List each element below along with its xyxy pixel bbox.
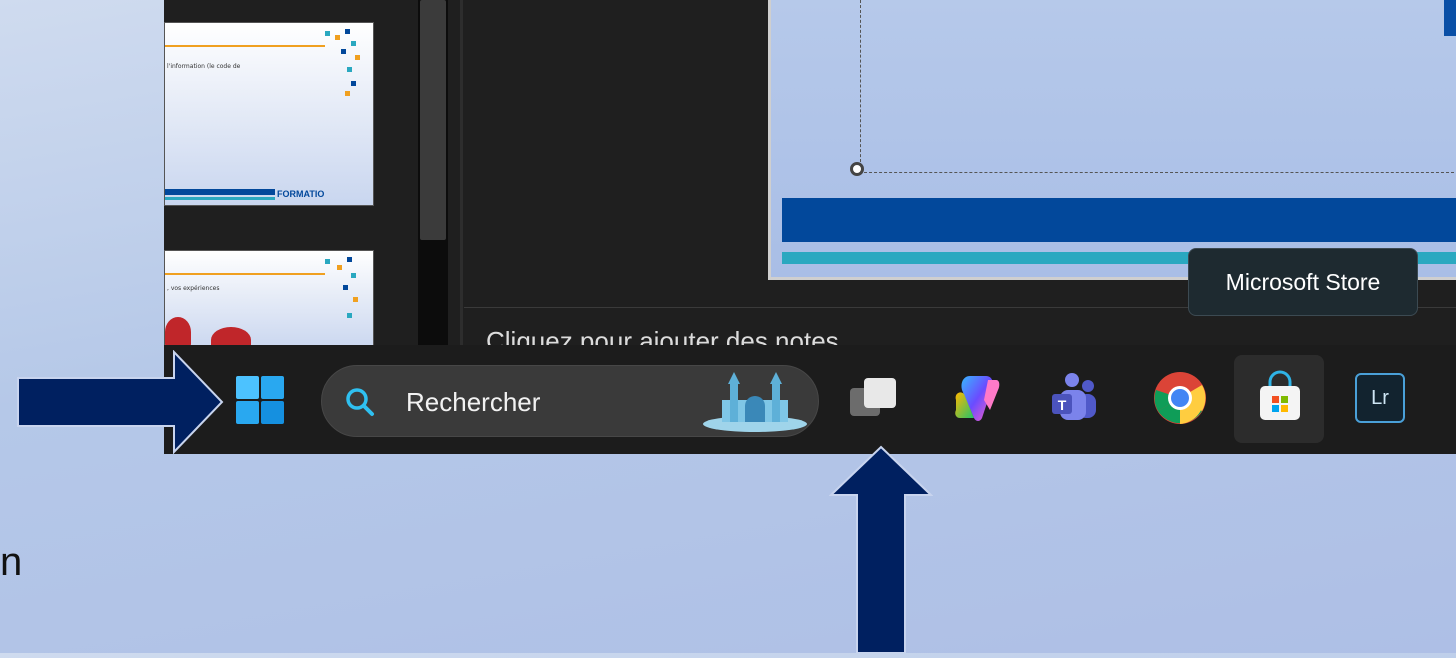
store-icon[interactable] (1252, 370, 1308, 426)
thumb-text: , vos expériences (167, 285, 220, 292)
taskbar-search-box[interactable]: Rechercher (321, 365, 819, 437)
lightroom-icon[interactable]: Lr (1352, 370, 1408, 426)
placeholder-border (864, 172, 1454, 173)
windows-start-icon[interactable] (232, 372, 288, 428)
slide-corner-accent (1444, 0, 1456, 36)
app-screenshot: l'information (le code de FORMATIO , vos… (164, 0, 1456, 454)
thumb-brand: FORMATIO (277, 189, 325, 199)
arrow-up-icon (828, 445, 934, 654)
search-icon (344, 386, 376, 418)
taskbar: Rechercher T Lr (164, 345, 1456, 454)
copilot-icon[interactable] (948, 370, 1004, 426)
search-highlight-icon (700, 372, 810, 432)
chrome-icon[interactable] (1152, 370, 1208, 426)
pane-divider[interactable] (460, 0, 463, 345)
lightroom-label: Lr (1355, 373, 1405, 423)
thumbnail-scrollbar-thumb[interactable] (420, 0, 446, 240)
thumb-accent-line (165, 45, 325, 47)
placeholder-border (860, 0, 861, 172)
search-placeholder: Rechercher (406, 387, 541, 417)
slide-thumbnail-2[interactable]: , vos expériences (164, 250, 374, 353)
store-tooltip: Microsoft Store (1188, 248, 1418, 316)
partial-slide-text: n (0, 540, 23, 584)
teams-icon[interactable]: T (1046, 370, 1102, 426)
svg-text:T: T (1058, 397, 1067, 413)
slide-blue-band (782, 198, 1456, 242)
resize-handle[interactable] (850, 162, 864, 176)
thumb-accent-line (165, 273, 325, 275)
thumb-text: l'information (le code de (167, 63, 241, 70)
task-view-icon[interactable] (846, 370, 902, 426)
arrow-right-icon (14, 349, 224, 455)
slide-thumbnail-1[interactable]: l'information (le code de FORMATIO (164, 22, 374, 206)
